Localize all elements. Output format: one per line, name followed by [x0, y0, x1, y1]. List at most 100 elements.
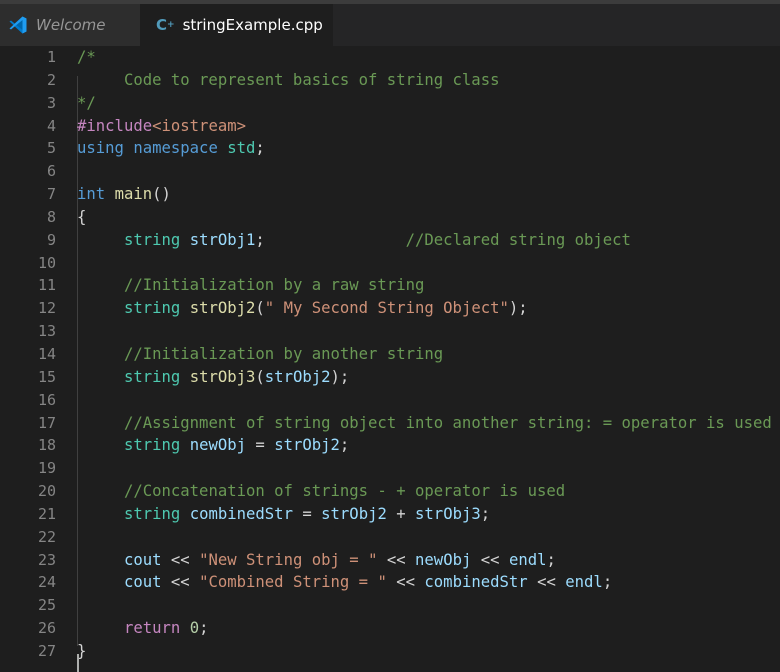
code-token: string [123, 299, 181, 318]
code-token: string [123, 230, 181, 249]
code-line[interactable] [77, 457, 772, 480]
code-line[interactable]: string strObj3(strObj2); [77, 366, 772, 389]
code-line[interactable]: string strObj1; //Declared string object [77, 229, 772, 252]
line-number: 27 [37, 641, 56, 660]
line-number-gutter: 1 2 3 4 5 6 7 8 9 10 11 12 13 14 15 16 17 18 19 20 21 22 23 24 2… [0, 46, 56, 663]
code-token: std [227, 139, 256, 158]
code-token: */ [77, 93, 96, 112]
code-token: strObj2 [189, 299, 256, 318]
tab-stringexample-cpp[interactable]: C + stringExample.cpp [140, 4, 333, 46]
code-line[interactable]: } [77, 640, 772, 663]
code-token: << [471, 550, 509, 569]
line-number: 9 [46, 230, 56, 249]
code-line[interactable] [77, 160, 772, 183]
code-line[interactable]: return 0; [77, 617, 772, 640]
code-token: () [152, 185, 171, 204]
code-line[interactable] [77, 320, 772, 343]
tab-welcome[interactable]: Welcome [0, 4, 140, 46]
code-token: string [123, 367, 181, 386]
code-token: //Initialization by another string [123, 344, 444, 363]
code-line[interactable] [77, 526, 772, 549]
code-token: combinedStr [424, 573, 528, 592]
code-token: ; [199, 619, 209, 638]
tab-stringexample-label: stringExample.cpp [182, 16, 323, 34]
code-line[interactable]: //Initialization by a raw string [77, 274, 772, 297]
line-number: 12 [37, 299, 56, 318]
code-line[interactable]: //Initialization by another string [77, 343, 772, 366]
code-token: string [123, 436, 181, 455]
code-token: strObj1 [189, 230, 256, 249]
line-number: 3 [46, 93, 56, 112]
code-line[interactable]: string newObj = strObj2; [77, 434, 772, 457]
text-cursor [77, 654, 79, 672]
line-number: 2 [46, 70, 56, 89]
code-line[interactable]: /* [77, 46, 772, 69]
code-token: endl [508, 550, 547, 569]
code-token: Code to represent basics of string class [77, 70, 500, 89]
line-number: 19 [37, 459, 56, 478]
code-token: namespace [133, 139, 218, 158]
code-line[interactable]: { [77, 206, 772, 229]
code-line[interactable] [77, 389, 772, 412]
code-token: "New String obj = " [199, 550, 378, 569]
line-number: 20 [37, 482, 56, 501]
code-token: strObj2 [321, 504, 387, 523]
code-token: "Combined String = " [199, 573, 387, 592]
line-number: 8 [46, 207, 56, 226]
code-line[interactable]: int main() [77, 183, 772, 206]
tab-welcome-label: Welcome [36, 16, 106, 34]
code-line[interactable]: string strObj2(" My Second String Object… [77, 297, 772, 320]
line-number: 23 [37, 550, 56, 569]
code-token: ; [339, 436, 350, 455]
line-number: 25 [37, 596, 56, 615]
code-token: string [123, 504, 181, 523]
code-token: " My Second String Object" [264, 299, 509, 318]
code-line[interactable]: Code to represent basics of string class [77, 69, 772, 92]
line-number: 13 [37, 322, 56, 341]
code-token: <iostream> [152, 116, 246, 135]
code-token: ( [255, 367, 265, 386]
code-line[interactable]: */ [77, 92, 772, 115]
code-line[interactable]: string combinedStr = strObj2 + strObj3; [77, 503, 772, 526]
code-line[interactable]: cout << "New String obj = " << newObj <<… [77, 549, 772, 572]
code-line[interactable]: #include<iostream> [77, 115, 772, 138]
code-token: = [292, 504, 322, 523]
code-token: return [123, 619, 181, 638]
code-token: { [77, 207, 87, 226]
code-line[interactable] [77, 252, 772, 275]
code-line[interactable] [77, 594, 772, 617]
editor-tab-bar: Welcome C + stringExample.cpp [0, 4, 780, 46]
code-token: newObj [189, 436, 247, 455]
code-line[interactable]: using namespace std; [77, 137, 772, 160]
code-area[interactable]: /* Code to represent basics of string cl… [77, 46, 772, 663]
line-number: 26 [37, 619, 56, 638]
code-token: = [246, 436, 275, 455]
code-editor[interactable]: 1 2 3 4 5 6 7 8 9 10 11 12 13 14 15 16 17 18 19 20 21 22 23 24 2… [0, 46, 780, 672]
code-token: cout [123, 550, 162, 569]
code-token: << [527, 573, 566, 592]
line-number: 15 [37, 367, 56, 386]
line-number: 21 [37, 504, 56, 523]
code-line[interactable]: cout << "Combined String = " << combined… [77, 571, 772, 594]
code-token: ); [330, 367, 350, 386]
code-line[interactable]: //Concatenation of strings - + operator … [77, 480, 772, 503]
line-number: 11 [37, 276, 56, 295]
code-token: strObj2 [264, 367, 331, 386]
line-number: 5 [46, 139, 56, 158]
line-number: 17 [37, 413, 56, 432]
code-token: << [386, 573, 425, 592]
code-line[interactable]: //Assignment of string object into anoth… [77, 412, 772, 435]
code-token: ; [480, 504, 491, 523]
